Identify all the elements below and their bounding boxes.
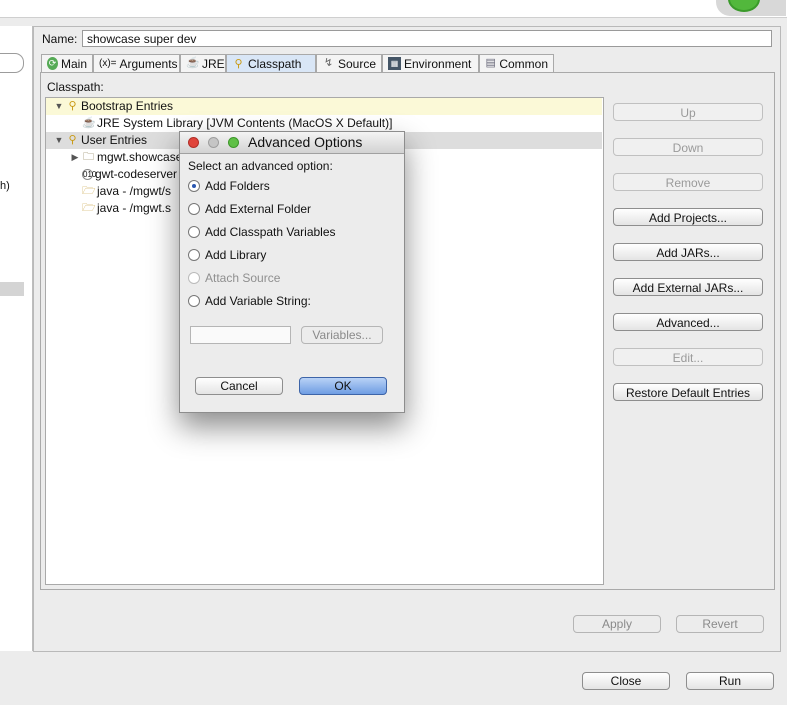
name-label: Name:: [42, 32, 78, 46]
name-input[interactable]: showcase super dev: [82, 30, 772, 47]
classpath-icon: ⚲: [234, 57, 243, 70]
tree-row-jre-library[interactable]: ☕ JRE System Library [JVM Contents (MacO…: [46, 115, 392, 132]
radio-label[interactable]: Add Library: [205, 248, 266, 262]
environment-icon: ▦: [388, 57, 401, 70]
restore-default-entries-button[interactable]: Restore Default Entries: [613, 383, 763, 401]
tab-label: Source: [337, 56, 376, 71]
radio-add-variable-string[interactable]: [188, 295, 200, 307]
radio-attach-source[interactable]: [188, 272, 200, 284]
radio-label: Attach Source: [205, 271, 281, 285]
radio-label[interactable]: Add Classpath Variables: [205, 225, 336, 239]
tree-label: JRE System Library [JVM Contents (MacOS …: [97, 116, 393, 130]
library-icon: ☕: [82, 117, 96, 129]
run-icon: ⟳: [47, 57, 58, 70]
radio-label[interactable]: Add Variable String:: [205, 294, 311, 308]
jar-icon: 010: [82, 169, 97, 180]
jre-icon: ☕: [186, 57, 200, 69]
common-icon: ▤: [485, 57, 496, 69]
tree-row-project[interactable]: ▶ 🗀 mgwt.showcase: [46, 149, 183, 166]
apply-button[interactable]: Apply: [573, 615, 661, 633]
advanced-button[interactable]: Advanced...: [613, 313, 763, 331]
radio-add-external-folder[interactable]: [188, 203, 200, 215]
dialog-title-bar: Advanced Options: [180, 132, 404, 154]
tab-label: JRE: [202, 56, 225, 71]
tab-source[interactable]: ↯ Source: [316, 54, 382, 72]
tab-main[interactable]: ⟳ Main: [41, 54, 93, 72]
tree-row-folder[interactable]: 🗁 java - /mgwt/s: [46, 183, 171, 200]
close-button[interactable]: Close: [582, 672, 670, 690]
tree-label: User Entries: [81, 133, 148, 147]
tab-arguments[interactable]: (x)= Arguments: [93, 54, 180, 72]
classpath-label: Classpath:: [47, 80, 104, 94]
window-top-bar: [0, 0, 787, 18]
cancel-button[interactable]: Cancel: [195, 377, 283, 395]
minimize-window-icon[interactable]: [208, 137, 219, 148]
tab-jre[interactable]: ☕ JRE: [180, 54, 226, 72]
tree-label: java - /mgwt/s: [97, 184, 172, 198]
dialog-prompt: Select an advanced option:: [188, 159, 333, 173]
tab-label: Environment: [404, 56, 472, 71]
remove-button[interactable]: Remove: [613, 173, 763, 191]
tab-label: Main: [60, 56, 87, 71]
classpath-entries-icon: ⚲: [68, 134, 77, 146]
folder-icon: 🗁: [82, 202, 96, 214]
add-jars-button[interactable]: Add JARs...: [613, 243, 763, 261]
tab-label: Common: [499, 56, 548, 71]
radio-label[interactable]: Add Folders: [205, 179, 270, 193]
source-icon: ↯: [323, 57, 334, 69]
config-list-selection[interactable]: [0, 282, 24, 296]
run-button[interactable]: Run: [686, 672, 774, 690]
add-external-jars-button[interactable]: Add External JARs...: [613, 278, 763, 296]
tree-row-bootstrap[interactable]: ▼ ⚲ Bootstrap Entries: [46, 98, 602, 115]
arguments-icon: (x)=: [99, 58, 117, 69]
folder-icon: 🗁: [82, 185, 96, 197]
radio-add-classpath-variables[interactable]: [188, 226, 200, 238]
tab-environment[interactable]: ▦ Environment: [382, 54, 479, 72]
tree-label: gwt-codeserver: [95, 167, 178, 181]
tree-label: java - /mgwt.s: [97, 201, 172, 215]
tree-row-folder[interactable]: 🗁 java - /mgwt.s: [46, 200, 171, 217]
expand-down-icon[interactable]: ▼: [54, 98, 64, 115]
tab-classpath[interactable]: ⚲ Classpath: [226, 54, 316, 73]
launch-config-list-panel: [0, 26, 33, 651]
zoom-window-icon[interactable]: [228, 137, 239, 148]
tab-label: Arguments: [119, 56, 178, 71]
advanced-options-dialog: Advanced Options Select an advanced opti…: [179, 131, 405, 413]
down-button[interactable]: Down: [613, 138, 763, 156]
edit-button[interactable]: Edit...: [613, 348, 763, 366]
tab-label: Classpath: [248, 57, 302, 71]
close-window-icon[interactable]: [188, 137, 199, 148]
dialog-title: Advanced Options: [248, 134, 363, 150]
radio-add-folders[interactable]: [188, 180, 200, 192]
tab-common[interactable]: ▤ Common: [479, 54, 554, 72]
tree-row-jar[interactable]: 010 gwt-codeserver: [46, 166, 177, 183]
radio-add-library[interactable]: [188, 249, 200, 261]
tree-label: mgwt.showcase: [97, 150, 183, 164]
up-button[interactable]: Up: [613, 103, 763, 121]
tree-label: Bootstrap Entries: [81, 99, 174, 113]
variables-button[interactable]: Variables...: [301, 326, 383, 344]
project-icon: 🗀: [83, 151, 94, 163]
config-list-text: h): [0, 180, 10, 192]
variable-string-input[interactable]: [190, 326, 291, 344]
add-projects-button[interactable]: Add Projects...: [613, 208, 763, 226]
filter-input[interactable]: [0, 53, 24, 73]
expand-down-icon[interactable]: ▼: [54, 132, 64, 149]
expand-right-icon[interactable]: ▶: [70, 149, 80, 166]
revert-button[interactable]: Revert: [676, 615, 764, 633]
ok-button[interactable]: OK: [299, 377, 387, 395]
radio-label[interactable]: Add External Folder: [205, 202, 311, 216]
classpath-entries-icon: ⚲: [68, 100, 77, 112]
